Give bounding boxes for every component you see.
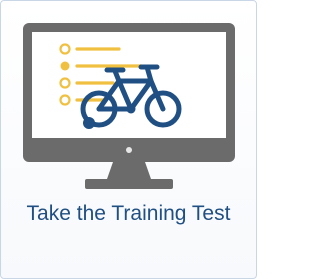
tile-label: Take the Training Test (26, 202, 231, 225)
monitor-base (85, 179, 173, 189)
monitor-stand (107, 162, 151, 179)
monitor-bicycle-checklist-icon (23, 23, 235, 189)
training-test-tile[interactable]: Take the Training Test (0, 0, 257, 279)
power-indicator (126, 147, 132, 153)
